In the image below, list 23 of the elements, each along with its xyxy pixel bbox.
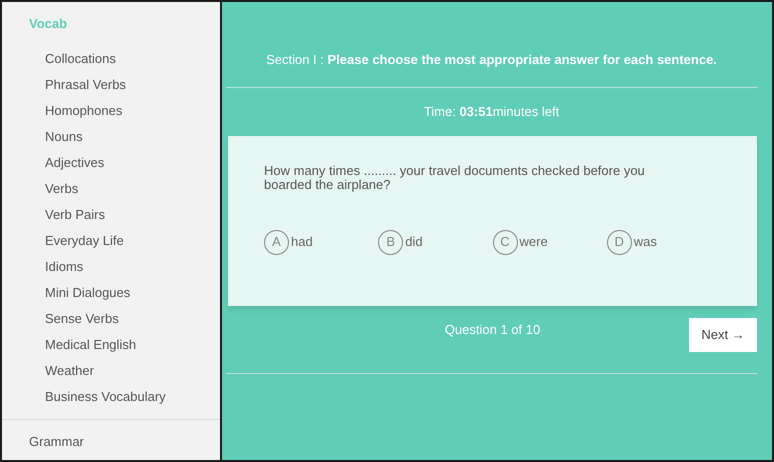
section-heading: Section I : Please choose the most appropriate answer for each sentence. bbox=[266, 50, 717, 69]
sidebar-item[interactable]: Everyday Life bbox=[2, 228, 220, 254]
sidebar-item[interactable]: Medical English bbox=[2, 332, 220, 358]
sidebar-item[interactable]: Business Vocabulary bbox=[2, 384, 220, 410]
question-text: How many times ......... your travel documents checked before you boarded the airplane? bbox=[264, 164, 646, 192]
sidebar-item[interactable]: Adjectives bbox=[2, 150, 220, 176]
answer-option[interactable]: A had bbox=[264, 230, 317, 254]
next-button[interactable]: Next → bbox=[689, 318, 757, 352]
answer-option[interactable]: D was bbox=[606, 230, 661, 254]
sidebar-section[interactable]: Grammar bbox=[2, 432, 220, 452]
sidebar-item[interactable]: Collocations bbox=[2, 46, 220, 72]
sidebar-item[interactable]: Mini Dialogues bbox=[2, 280, 220, 306]
sidebar-item[interactable]: Verbs bbox=[2, 176, 220, 202]
timer-text: Time: 03:51minutes left bbox=[422, 103, 560, 121]
sidebar-item[interactable]: Verb Pairs bbox=[2, 202, 220, 228]
sidebar-item[interactable]: Homophones bbox=[2, 98, 220, 124]
question-counter: Question 1 of 10 bbox=[444, 320, 540, 338]
sidebar-item[interactable]: Weather bbox=[2, 358, 220, 384]
answer-option[interactable]: C were bbox=[492, 230, 552, 254]
sidebar-item[interactable]: Phrasal Verbs bbox=[2, 72, 220, 98]
sidebar-item[interactable]: Idioms bbox=[2, 254, 220, 280]
sidebar-item[interactable]: Sense Verbs bbox=[2, 306, 220, 332]
sidebar-item[interactable]: Nouns bbox=[2, 124, 220, 150]
